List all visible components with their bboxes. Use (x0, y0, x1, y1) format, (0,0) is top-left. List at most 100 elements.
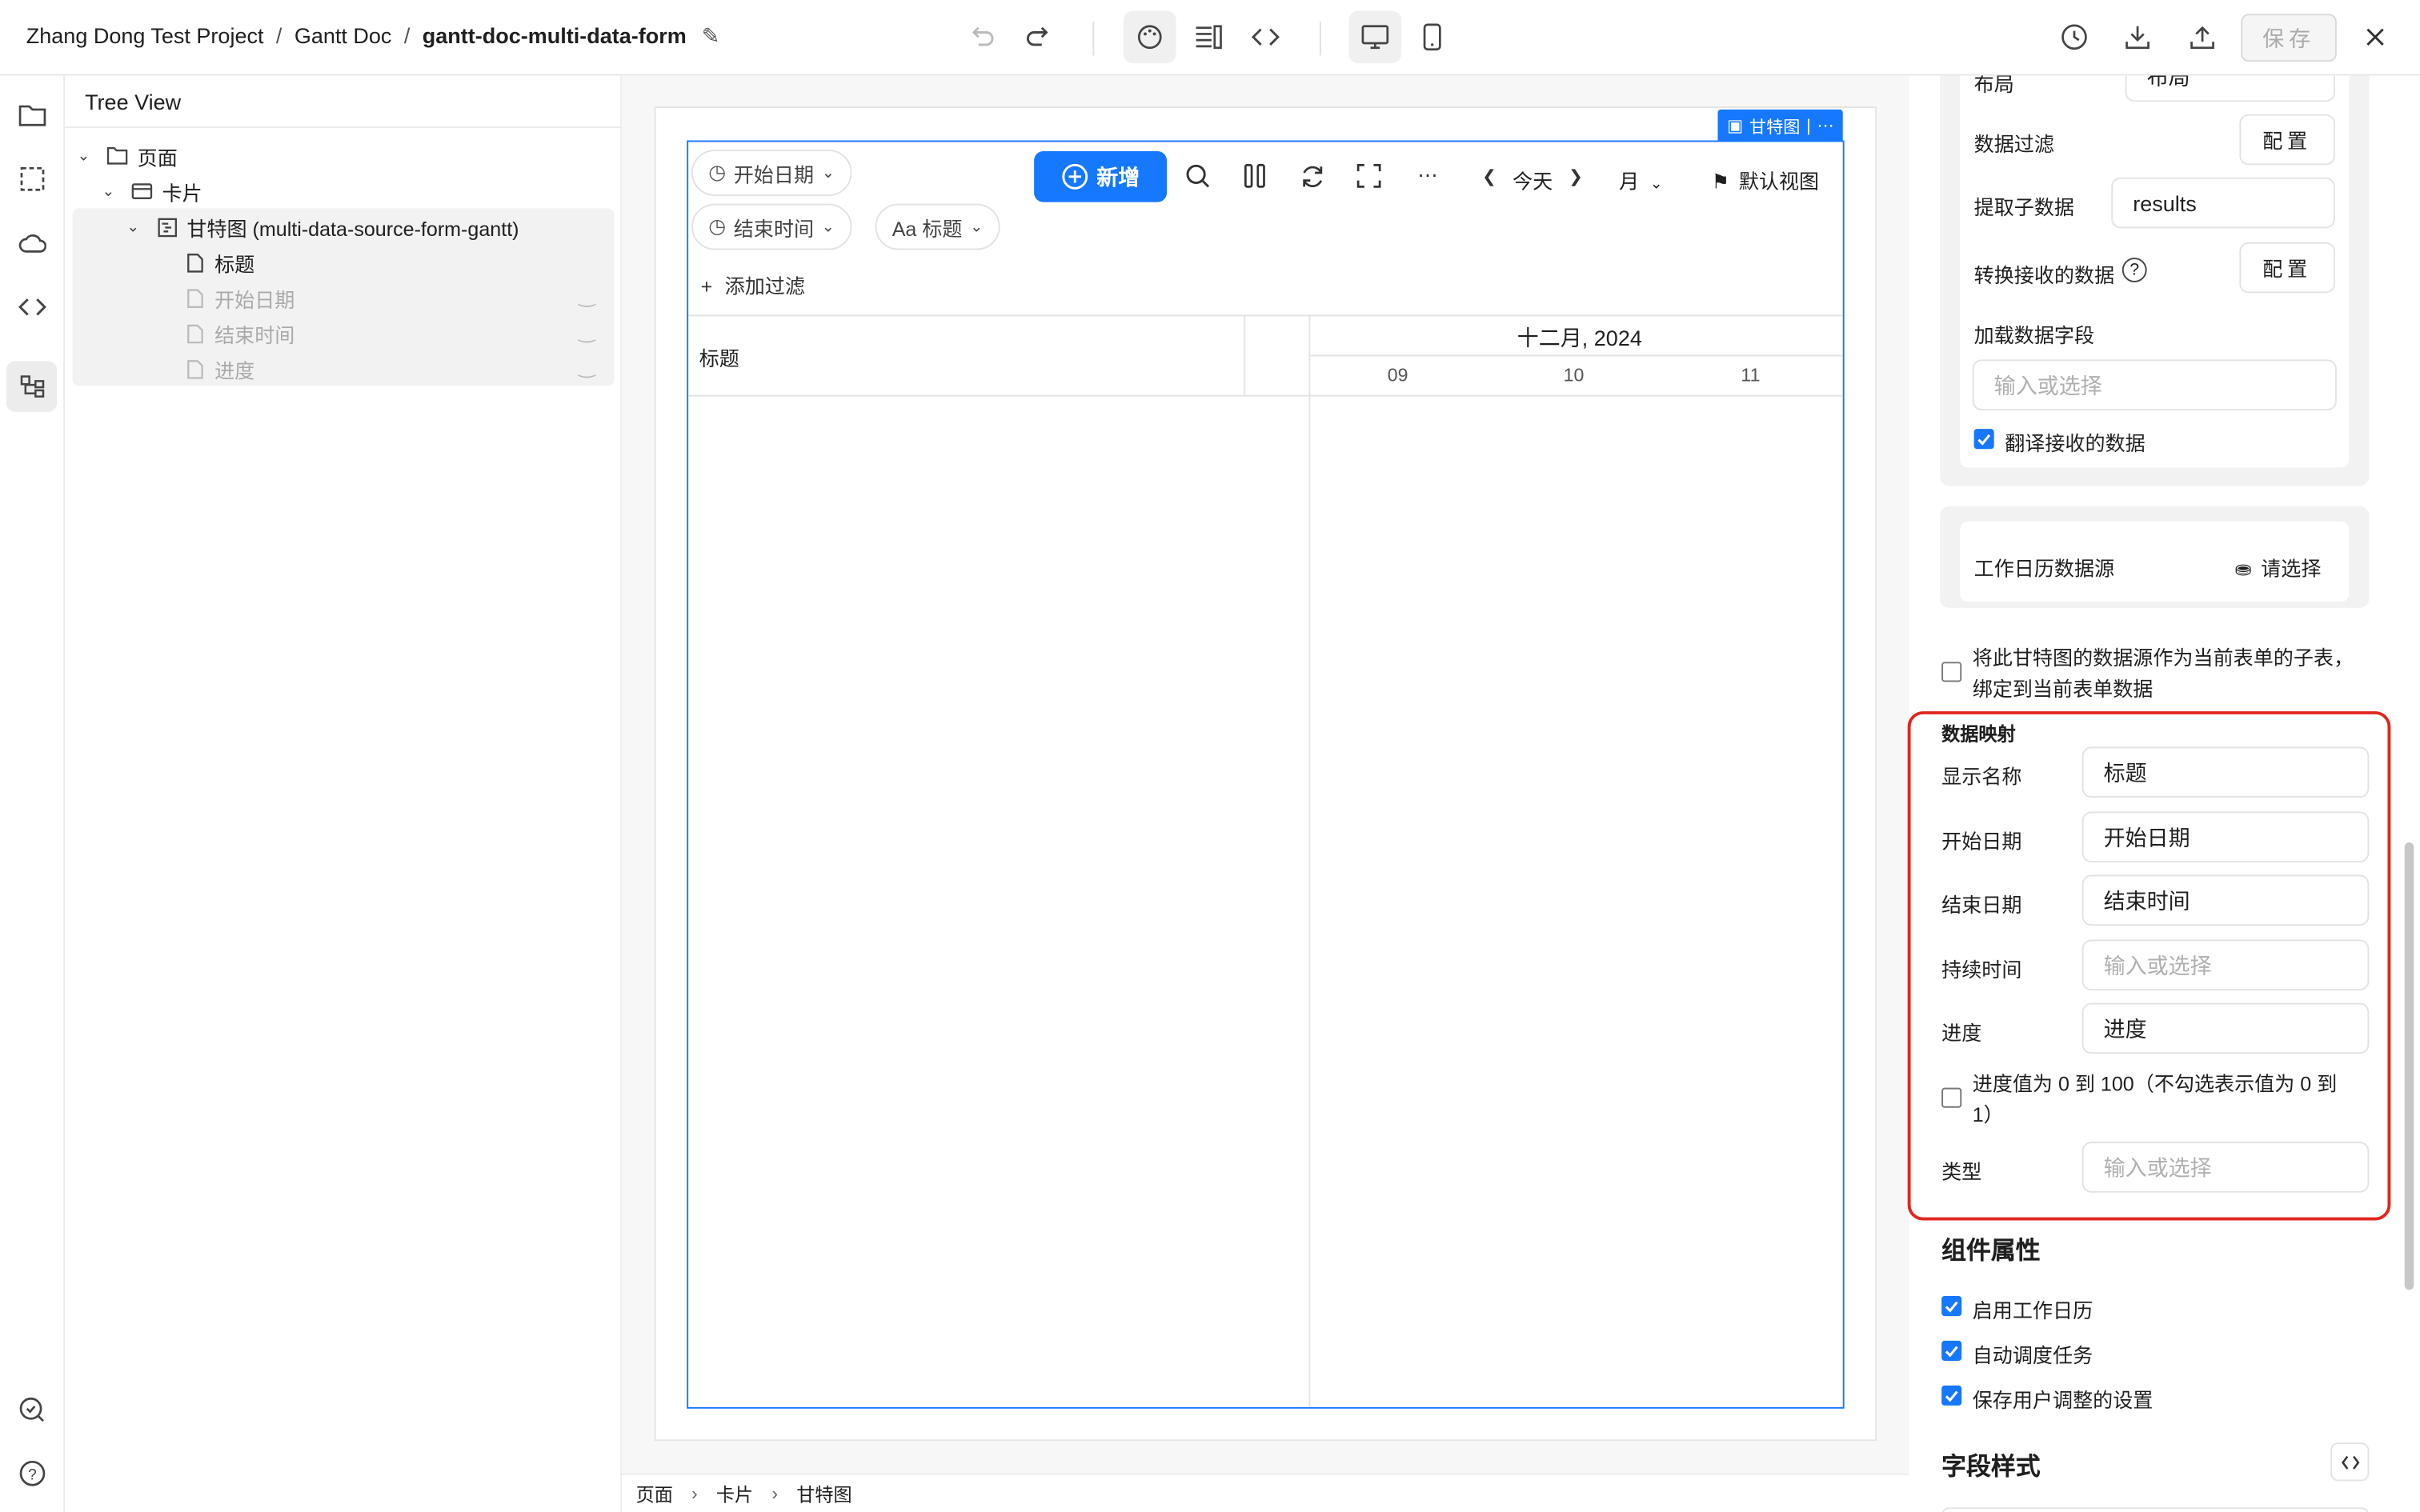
footer-crumb-card[interactable]: 卡片 (716, 1480, 753, 1506)
plus-icon: + (700, 274, 713, 298)
upload-icon[interactable] (2184, 18, 2221, 55)
checkbox-label: 保存用户调整的设置 (1972, 1388, 2154, 1412)
fullscreen-icon[interactable] (1352, 159, 1385, 193)
calendar-source-select[interactable]: ⛂ 请选择 (2235, 552, 2322, 582)
refresh-icon[interactable] (1295, 159, 1328, 193)
today-button[interactable]: 今天 (1512, 165, 1553, 194)
bookmark-icon: ⚑ (1711, 170, 1730, 194)
tree-node-gantt[interactable]: ⌄ 甘特图 (multi-data-source-form-gantt) (126, 210, 519, 243)
component-badge[interactable]: ▣ 甘特图 | ⋯ (1717, 109, 1844, 142)
chevron-down-icon[interactable]: ⌄ (77, 147, 98, 164)
auto-schedule-checkbox[interactable] (1941, 1340, 1962, 1361)
tree-node-label: 进度 (214, 358, 255, 382)
chevron-left-icon[interactable]: ❮ (1472, 159, 1506, 193)
folder-icon (105, 143, 130, 168)
plus-circle-icon (1061, 163, 1088, 190)
chevron-down-icon[interactable]: ⌄ (126, 218, 148, 235)
undo-icon[interactable] (963, 18, 1000, 55)
enable-calendar-checkbox[interactable] (1941, 1295, 1962, 1317)
database-icon: ⛂ (2234, 557, 2252, 581)
mobile-icon[interactable] (1414, 18, 1451, 55)
tree-view-panel: Tree View ⌄ 页面 ⌄ 卡片 ⌄ 甘特图 (multi-data-sourc… (64, 75, 623, 1512)
help-icon[interactable]: ? (14, 1455, 50, 1492)
translate-label: 翻译接收的数据 (2005, 431, 2146, 455)
code-icon[interactable] (14, 289, 50, 326)
save-button[interactable]: 保存 (2241, 14, 2337, 62)
divider (1310, 354, 1843, 357)
panel-scrollbar[interactable] (2404, 842, 2414, 1290)
theme-icon[interactable] (1123, 10, 1176, 64)
search-check-icon[interactable] (14, 1392, 50, 1429)
more-icon[interactable]: ⋯ (1411, 159, 1444, 193)
save-settings-checkbox[interactable] (1941, 1385, 1962, 1406)
breadcrumb-doc[interactable]: Gantt Doc (294, 23, 392, 48)
select-region-icon[interactable] (14, 161, 50, 198)
extract-input[interactable]: results (2111, 177, 2335, 229)
tree-node-end-time[interactable]: 结束时间 (182, 316, 295, 350)
gantt-component[interactable]: ◷ 开始日期 ⌄ ◷ 结束时间 ⌄ Aa 标题 ⌄ 新增 ⋯ ❮ 今天 ❯ 月 ⌄ ⚑ 默认视… (687, 140, 1845, 1409)
filter-title[interactable]: Aa 标题 ⌄ (875, 203, 1000, 250)
edit-icon[interactable]: ✎ (702, 23, 720, 48)
breadcrumb: Zhang Dong Test Project / Gantt Doc / gantt-… (26, 22, 720, 48)
transform-config-button[interactable]: 配置 (2239, 242, 2335, 294)
tree-node-progress[interactable]: 进度 (182, 352, 255, 386)
chevron-down-icon: ⌄ (1649, 175, 1663, 194)
chevron-down-icon: ⌄ (821, 218, 835, 236)
footer-crumb-page[interactable]: 页面 (636, 1480, 673, 1506)
extract-label: 提取子数据 (1973, 195, 2075, 219)
tree-node-card[interactable]: ⌄ 卡片 (102, 174, 202, 208)
file-icon (182, 356, 207, 381)
svg-text:?: ? (28, 1466, 37, 1483)
download-icon[interactable] (2119, 18, 2156, 55)
checkbox-label: 自动调度任务 (1972, 1343, 2093, 1367)
tree-node-label: 卡片 (162, 181, 202, 205)
tree-node-start-date[interactable]: 开始日期 (182, 281, 294, 314)
columns-icon[interactable] (1238, 159, 1272, 193)
redo-icon[interactable] (1020, 18, 1057, 55)
subtable-checkbox[interactable] (1941, 662, 1962, 682)
data-filter-label: 数据过滤 (1973, 132, 2054, 156)
cloud-icon[interactable] (14, 226, 50, 262)
tree-structure-icon[interactable] (6, 361, 58, 412)
month-select[interactable]: 月 ⌄ (1619, 165, 1663, 194)
divider (1244, 314, 1246, 395)
field-style-editor[interactable] (1941, 1507, 2370, 1512)
chevron-right-icon[interactable]: ❯ (1559, 159, 1593, 193)
add-button[interactable]: 新增 (1034, 150, 1167, 202)
chevron-down-icon: ⌄ (821, 164, 835, 182)
chevron-down-icon[interactable]: ⌄ (102, 183, 123, 200)
clock-icon: ◷ (708, 160, 727, 184)
history-icon[interactable] (2056, 18, 2093, 55)
clock-icon: ◷ (708, 214, 727, 238)
desktop-icon[interactable] (1348, 10, 1402, 64)
help-icon[interactable]: ? (2122, 258, 2147, 282)
default-view-button[interactable]: ⚑ 默认视图 (1712, 165, 1819, 194)
footer-crumb-gantt[interactable]: 甘特图 (796, 1480, 851, 1506)
form-layout-icon[interactable] (1190, 18, 1227, 55)
folder-icon[interactable] (14, 97, 50, 134)
tree-node-title[interactable]: 标题 (182, 246, 254, 279)
filter-end-time[interactable]: ◷ 结束时间 ⌄ (691, 203, 852, 250)
hidden-eye-icon[interactable]: ‿ (579, 284, 595, 309)
search-icon[interactable] (1180, 159, 1214, 193)
breadcrumb-project[interactable]: Zhang Dong Test Project (26, 23, 264, 48)
layout-label: 布局 (1973, 75, 2014, 96)
footer-breadcrumb: 页面 › 卡片 › 甘特图 (622, 1473, 1909, 1512)
tree-node-label: 结束时间 (214, 323, 295, 346)
file-icon (182, 250, 207, 274)
tree-node-page[interactable]: ⌄ 页面 (77, 139, 177, 173)
hidden-eye-icon[interactable]: ‿ (579, 355, 595, 380)
add-filter-button[interactable]: + 添加过滤 (701, 270, 805, 299)
filter-start-date[interactable]: ◷ 开始日期 ⌄ (691, 150, 852, 196)
column-header-title: 标题 (699, 346, 739, 370)
layout-select[interactable]: 布局 (2125, 75, 2335, 102)
load-field-input[interactable]: 输入或选择 (1972, 359, 2337, 410)
translate-checkbox[interactable] (1973, 429, 1994, 450)
subtable-label: 将此甘特图的数据源作为当前表单的子表，绑定到当前表单数据 (1972, 646, 2354, 701)
hidden-eye-icon[interactable]: ‿ (579, 319, 595, 344)
code-icon[interactable] (2330, 1442, 2370, 1482)
code-icon[interactable] (1247, 18, 1284, 55)
data-filter-config-button[interactable]: 配置 (2239, 114, 2335, 166)
close-icon[interactable] (2357, 18, 2394, 55)
more-icon[interactable]: ⋯ (1817, 116, 1833, 136)
